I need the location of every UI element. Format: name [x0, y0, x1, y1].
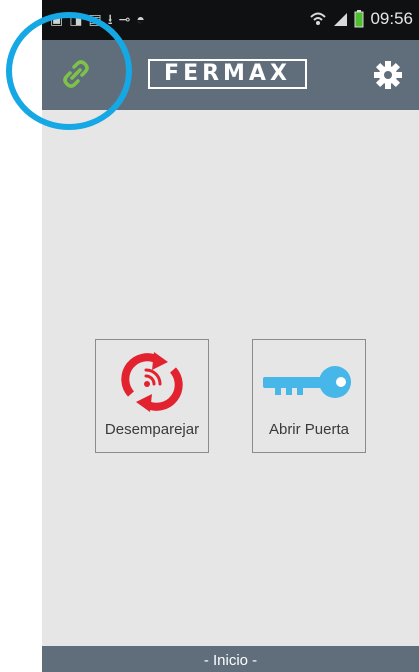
- open-door-label: Abrir Puerta: [268, 421, 350, 438]
- footer-bar[interactable]: - Inicio -: [42, 646, 419, 672]
- link-button[interactable]: [58, 56, 94, 92]
- status-left-icons: ▣ ◨ ▤ ⭳ ⊸ ◓: [50, 10, 145, 28]
- wifi-icon: [310, 12, 327, 25]
- battery-icon: [354, 10, 364, 28]
- notification-icon-1: ▣: [50, 11, 64, 27]
- phone-screen: ▣ ◨ ▤ ⭳ ⊸ ◓ 09:56 FERMAX Desemparejar Ab…: [42, 0, 419, 672]
- key-icon: ⊸: [118, 11, 131, 27]
- unpair-label: Desemparejar: [104, 421, 200, 438]
- unpair-icon: [121, 352, 183, 412]
- app-icon: ◓: [136, 11, 145, 27]
- gear-icon: [374, 61, 402, 89]
- settings-button[interactable]: [373, 60, 403, 90]
- fermax-logo: FERMAX: [148, 59, 307, 89]
- notification-icon-2: ◨: [69, 11, 83, 27]
- open-door-button[interactable]: Abrir Puerta: [252, 339, 366, 453]
- link-icon: [63, 60, 89, 88]
- footer-label: - Inicio -: [203, 652, 258, 669]
- screenshot-stage: ▣ ◨ ▤ ⭳ ⊸ ◓ 09:56 FERMAX Desemparejar Ab…: [0, 0, 419, 672]
- unpair-button[interactable]: Desemparejar: [95, 339, 209, 453]
- download-icon: ⭳: [107, 11, 113, 27]
- status-right: 09:56: [310, 9, 413, 29]
- status-bar: ▣ ◨ ▤ ⭳ ⊸ ◓ 09:56: [42, 0, 419, 40]
- app-bar: FERMAX: [42, 40, 419, 110]
- status-time: 09:56: [370, 9, 413, 28]
- gallery-icon: ▤: [88, 11, 102, 27]
- signal-icon: [334, 13, 348, 26]
- key-icon: [263, 366, 351, 398]
